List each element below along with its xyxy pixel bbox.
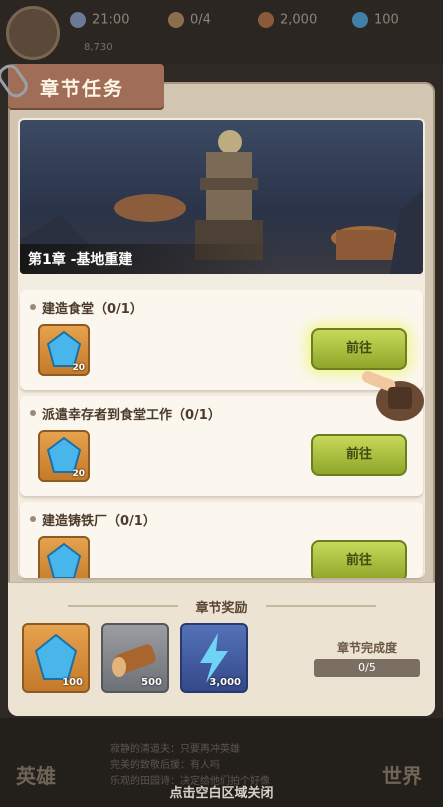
lightning-icon: [200, 633, 228, 683]
wood-text: 2,000: [280, 12, 318, 28]
gem-reward-icon[interactable]: [38, 536, 90, 578]
units-text: 0/4: [190, 12, 211, 28]
goto-button[interactable]: 前往: [311, 328, 407, 370]
reward-count: 500: [141, 677, 162, 688]
progress-label: 章节完成度: [336, 641, 397, 655]
bullet-dot: [30, 304, 36, 310]
news-line-2: 完美的致敬后援：有人吗: [110, 760, 220, 771]
task-card-3: 建造铸铁厂（0/1） 前往: [20, 502, 423, 578]
bullet-dot: [30, 516, 36, 522]
progress-value: 0/5: [358, 661, 376, 674]
reward-count: 20: [72, 363, 85, 373]
reward-count: 100: [62, 677, 83, 688]
task-name: 建造食堂（0/1）: [42, 302, 143, 317]
gem-reward-icon[interactable]: 20: [38, 324, 90, 376]
reward-wood[interactable]: 500: [101, 623, 169, 693]
time-text: 21:00: [92, 12, 130, 28]
progress-bar: 0/5: [314, 659, 420, 677]
reward-gem[interactable]: 100: [22, 623, 90, 693]
chapter-label: 第1章 -基地重建: [28, 252, 133, 268]
bullet-dot: [30, 410, 36, 416]
task-name: 建造铸铁厂（0/1）: [42, 514, 156, 529]
goto-button[interactable]: 前往: [311, 540, 407, 578]
moon-icon: [70, 12, 86, 28]
wood-icon: [258, 12, 274, 28]
log-icon: [112, 644, 156, 677]
reward-energy[interactable]: 3,000: [180, 623, 248, 693]
panel-title-tab: 章节任务: [8, 64, 164, 108]
chapter-banner: 第1章 -基地重建: [20, 120, 423, 274]
gem-icon: [352, 12, 368, 28]
time-stat: 21:00: [70, 12, 129, 32]
power-text: 8,730: [84, 42, 113, 53]
chapter-label-bg: 第1章 -基地重建: [20, 244, 280, 274]
units-stat: 0/4: [168, 12, 211, 32]
close-hint[interactable]: 点击空白区域关闭: [0, 782, 443, 801]
gems-stat: 100: [352, 12, 399, 32]
wood-stat: 2,000: [258, 12, 317, 32]
reward-title: 章节奖励: [195, 601, 248, 616]
survivor-icon: [168, 12, 184, 28]
news-line-1: 寂静的清道夫：只要再冲英雄: [110, 744, 240, 755]
reward-count: 3,000: [209, 677, 241, 688]
task-name: 派遣幸存者到食堂工作（0/1）: [42, 408, 221, 423]
goto-button[interactable]: 前往: [311, 434, 407, 476]
pointing-hand-icon: [362, 371, 424, 421]
chapter-reward-section: 章节奖励 100 500 3,000 章节完成度 0/5: [8, 582, 435, 716]
top-status-bar: 21:00 0/4 2,000 100 8,730: [0, 0, 443, 64]
gem-icon: [34, 633, 78, 680]
gem-reward-icon[interactable]: 20: [38, 430, 90, 482]
player-avatar[interactable]: [6, 6, 60, 60]
gems-text: 100: [374, 12, 399, 28]
panel-title: 章节任务: [40, 78, 125, 100]
reward-count: 20: [72, 469, 85, 479]
